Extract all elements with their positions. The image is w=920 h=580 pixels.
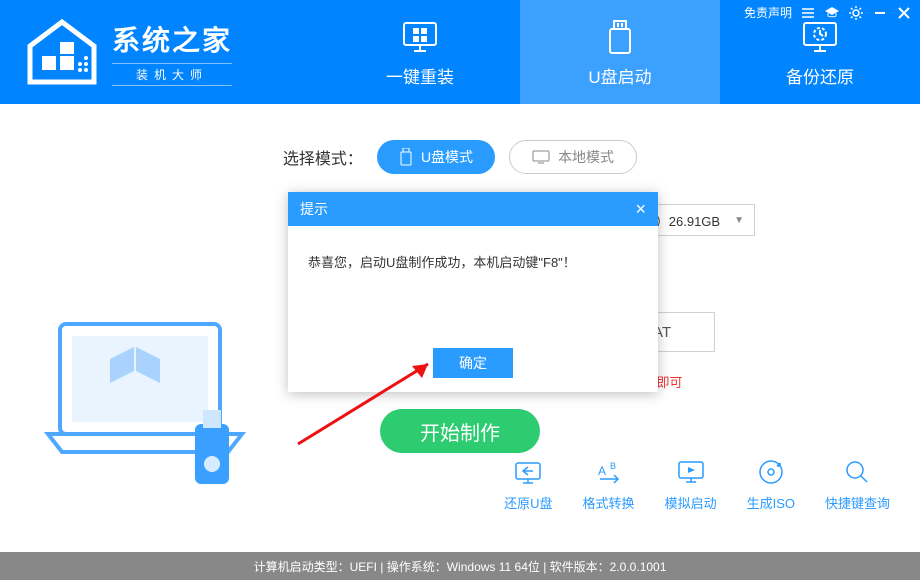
mode-label: 选择模式： bbox=[283, 145, 363, 169]
dialog-ok-button[interactable]: 确定 bbox=[433, 348, 513, 378]
tool-row: 还原U盘 AB 格式转换 模拟启动 生成ISO 快捷键查询 bbox=[504, 457, 890, 512]
brand-subtitle: 装机大师 bbox=[112, 63, 232, 86]
mode-usb-button[interactable]: U盘模式 bbox=[377, 140, 495, 174]
dialog-close-button[interactable]: × bbox=[635, 199, 646, 220]
monitor-small-icon bbox=[532, 150, 550, 164]
window-controls: 免责声明 bbox=[744, 4, 912, 21]
hotkey-icon bbox=[842, 457, 872, 487]
tool-hotkey-query[interactable]: 快捷键查询 bbox=[825, 457, 890, 512]
nav-label: 一键重装 bbox=[386, 63, 454, 88]
backup-icon bbox=[800, 17, 840, 57]
monitor-icon bbox=[400, 17, 440, 57]
tool-simulate-boot[interactable]: 模拟启动 bbox=[665, 457, 717, 512]
svg-text:B: B bbox=[610, 461, 616, 471]
nav-usb-boot[interactable]: U盘启动 bbox=[520, 0, 720, 104]
device-size: ）26.91GB bbox=[656, 211, 720, 230]
svg-text:A: A bbox=[598, 464, 606, 478]
usb-small-icon bbox=[399, 148, 413, 166]
nav-reinstall[interactable]: 一键重装 bbox=[320, 0, 520, 104]
minimize-icon[interactable] bbox=[872, 5, 888, 21]
dialog-message: 恭喜您，启动U盘制作成功，本机启动键"F8"！ bbox=[288, 226, 658, 297]
mode-local-label: 本地模式 bbox=[558, 147, 614, 167]
chevron-down-icon: ▼ bbox=[734, 215, 744, 226]
menu-icon[interactable] bbox=[800, 5, 816, 21]
nav-label: U盘启动 bbox=[588, 63, 651, 88]
mode-local-button[interactable]: 本地模式 bbox=[509, 140, 637, 174]
dialog: 提示 × 恭喜您，启动U盘制作成功，本机启动键"F8"！ 确定 bbox=[288, 192, 658, 392]
logo-icon bbox=[20, 16, 104, 88]
mode-selector: 选择模式： U盘模式 本地模式 bbox=[0, 140, 920, 174]
dialog-title: 提示 bbox=[300, 199, 328, 219]
dialog-header: 提示 × bbox=[288, 192, 658, 226]
logo: 系统之家 装机大师 bbox=[0, 0, 320, 104]
tool-format-convert[interactable]: AB 格式转换 bbox=[583, 457, 635, 512]
simulate-icon bbox=[676, 457, 706, 487]
close-icon[interactable] bbox=[896, 5, 912, 21]
tool-restore-usb[interactable]: 还原U盘 bbox=[504, 457, 552, 512]
tool-create-iso[interactable]: 生成ISO bbox=[747, 457, 795, 512]
brand-title: 系统之家 bbox=[112, 19, 232, 59]
restore-icon bbox=[513, 457, 543, 487]
gear-icon[interactable] bbox=[848, 5, 864, 21]
header: 系统之家 装机大师 一键重装 U盘启动 备份还原 免责声明 bbox=[0, 0, 920, 104]
disclaimer-link[interactable]: 免责声明 bbox=[744, 4, 792, 21]
iso-icon bbox=[756, 457, 786, 487]
mode-usb-label: U盘模式 bbox=[421, 147, 473, 167]
usb-icon bbox=[600, 17, 640, 57]
status-text: 计算机启动类型：UEFI | 操作系统：Windows 11 64位 | 软件版… bbox=[254, 558, 667, 575]
nav-label: 备份还原 bbox=[786, 63, 854, 88]
start-button[interactable]: 开始制作 bbox=[380, 409, 540, 453]
status-bar: 计算机启动类型：UEFI | 操作系统：Windows 11 64位 | 软件版… bbox=[0, 552, 920, 580]
laptop-usb-illustration bbox=[40, 304, 250, 504]
graduate-icon[interactable] bbox=[824, 5, 840, 21]
format-icon: AB bbox=[594, 457, 624, 487]
